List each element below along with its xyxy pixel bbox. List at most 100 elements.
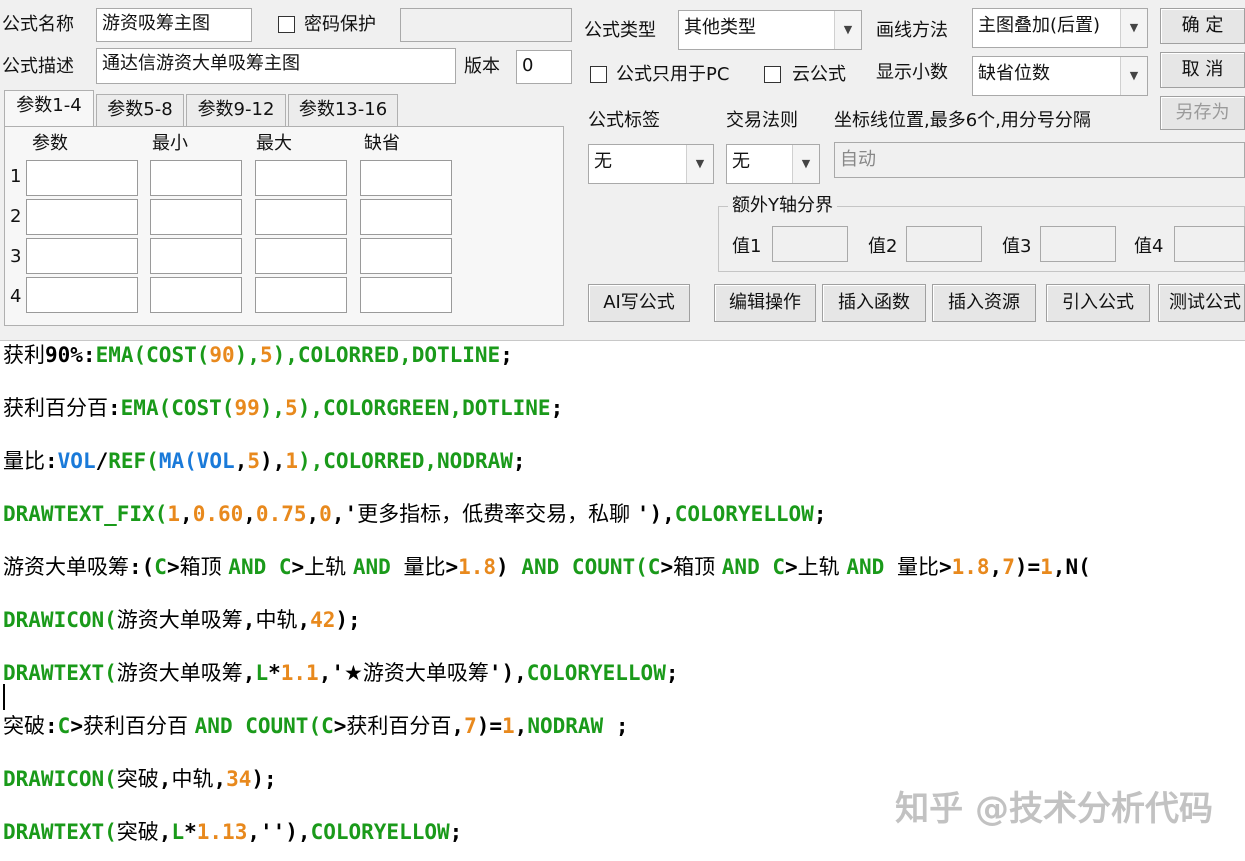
decimals-value: 缺省位数 <box>978 63 1050 84</box>
y-value-1-label: 值1 <box>732 236 762 257</box>
code-token: , <box>989 555 1003 579</box>
code-token: 7 <box>1002 555 1015 579</box>
decimals-select[interactable]: 缺省位数 ▼ <box>972 56 1148 96</box>
formula-name-input[interactable]: 游资吸筹主图 <box>96 8 252 42</box>
param-min-cell[interactable] <box>150 199 242 235</box>
formula-type-select[interactable]: 其他类型 ▼ <box>678 10 862 50</box>
formula-desc-input[interactable]: 通达信游资大单吸筹主图 <box>96 48 456 84</box>
code-token: COUNT( <box>245 714 322 738</box>
save-as-button[interactable]: 另存为 <box>1160 96 1245 130</box>
param-max-cell[interactable] <box>255 199 347 235</box>
code-token: 90 <box>209 343 235 367</box>
password-input[interactable] <box>400 8 572 42</box>
param-default-cell[interactable] <box>360 238 452 274</box>
code-token: 1.1 <box>280 661 319 685</box>
code-token: '), <box>488 661 527 685</box>
param-max-cell[interactable] <box>255 160 347 196</box>
insert-resource-button[interactable]: 插入资源 <box>932 284 1036 322</box>
code-token: C <box>647 555 661 579</box>
tab-params-5-8[interactable]: 参数5-8 <box>96 94 184 126</box>
param-name-cell[interactable] <box>26 277 138 313</box>
tab-params-9-12[interactable]: 参数9-12 <box>186 94 286 126</box>
code-token: ); <box>335 608 361 632</box>
chevron-down-icon[interactable]: ▼ <box>1120 57 1147 95</box>
code-token: )= <box>1014 555 1041 579</box>
code-token: VOL <box>196 449 235 473</box>
code-token: EMA( <box>95 343 147 367</box>
tag-select[interactable]: 无 ▼ <box>588 144 714 184</box>
axis-input[interactable]: 自动 <box>834 142 1245 178</box>
tab-params-13-16[interactable]: 参数13-16 <box>288 94 398 126</box>
y-value-3-input[interactable] <box>1040 226 1116 262</box>
y-value-4-input[interactable] <box>1174 226 1245 262</box>
y-value-1-input[interactable] <box>772 226 848 262</box>
code-token: COLORYELLOW <box>674 502 814 526</box>
draw-method-select[interactable]: 主图叠加(后置) ▼ <box>972 8 1148 48</box>
code-token: ), <box>259 396 286 420</box>
tag-label: 公式标签 <box>588 110 660 131</box>
y-value-2-input[interactable] <box>906 226 982 262</box>
code-token: ; <box>512 449 526 473</box>
chevron-down-icon[interactable]: ▼ <box>834 11 861 49</box>
rule-select[interactable]: 无 ▼ <box>726 144 820 184</box>
code-line: 获利百分百:EMA(COST(99),5),COLORGREEN,DOTLINE… <box>3 394 563 422</box>
code-token: DRAWTEXT( <box>3 661 117 685</box>
code-token: ), <box>234 343 260 367</box>
code-line: DRAWTEXT(游资大单吸筹,L*1.1,'★游资大单吸筹'),COLORYE… <box>3 659 679 687</box>
formula-name-label: 公式名称 <box>2 14 74 35</box>
param-name-cell[interactable] <box>26 160 138 196</box>
param-name-cell[interactable] <box>26 238 138 274</box>
param-default-cell[interactable] <box>360 160 452 196</box>
code-token: C <box>321 714 334 738</box>
param-min-cell[interactable] <box>150 277 242 313</box>
param-header-name: 参数 <box>32 133 68 154</box>
code-token: : <box>45 714 58 738</box>
decimals-label: 显示小数 <box>876 62 948 83</box>
edit-operations-button[interactable]: 编辑操作 <box>714 284 816 322</box>
code-token: 5 <box>247 449 261 473</box>
cancel-button[interactable]: 取 消 <box>1160 52 1245 88</box>
code-token: , <box>451 714 465 738</box>
code-token: ★游资大单吸筹 <box>344 661 489 685</box>
param-max-cell[interactable] <box>255 238 347 274</box>
chevron-down-icon[interactable]: ▼ <box>686 145 713 183</box>
param-header-default: 缺省 <box>364 133 400 154</box>
chevron-down-icon[interactable]: ▼ <box>1120 9 1147 47</box>
watermark: 知乎 @技术分析代码 <box>895 789 1213 829</box>
param-max-cell[interactable] <box>255 277 347 313</box>
param-default-cell[interactable] <box>360 277 452 313</box>
test-formula-button[interactable]: 测试公式 <box>1158 284 1245 322</box>
draw-method-label: 画线方法 <box>876 20 948 41</box>
param-min-cell[interactable] <box>150 238 242 274</box>
code-token: MA( <box>158 449 197 473</box>
code-line: DRAWICON(突破,中轨,34); <box>3 765 277 793</box>
code-token: ; <box>603 714 629 738</box>
tab-params-1-4[interactable]: 参数1-4 <box>4 90 94 126</box>
code-token: * <box>184 820 197 844</box>
insert-function-button[interactable]: 插入函数 <box>822 284 926 322</box>
pc-only-checkbox[interactable] <box>590 66 607 83</box>
ok-button[interactable]: 确 定 <box>1160 8 1245 44</box>
code-token: 游资大单吸筹 <box>3 555 129 579</box>
param-default-cell[interactable] <box>360 199 452 235</box>
cloud-checkbox[interactable] <box>764 66 781 83</box>
cloud-label: 云公式 <box>792 64 846 85</box>
param-min-cell[interactable] <box>150 160 242 196</box>
ai-write-button[interactable]: AI写公式 <box>588 284 690 322</box>
chevron-down-icon[interactable]: ▼ <box>792 145 819 183</box>
code-token: C <box>57 714 71 738</box>
code-token: > <box>938 555 952 579</box>
code-token: , <box>242 661 256 685</box>
yaxis-group-label: 额外Y轴分界 <box>728 195 837 217</box>
formula-type-label: 公式类型 <box>584 20 656 41</box>
import-formula-button[interactable]: 引入公式 <box>1046 284 1150 322</box>
password-checkbox[interactable] <box>278 16 295 33</box>
param-name-cell[interactable] <box>26 199 138 235</box>
code-token: 90%: <box>45 343 96 367</box>
code-token: ,''), <box>247 820 311 844</box>
code-token: > <box>445 555 459 579</box>
code-line: 游资大单吸筹:(C>箱顶 AND C>上轨 AND 量比>1.8) AND CO… <box>3 553 1091 581</box>
version-input[interactable]: 0 <box>516 50 572 84</box>
code-token: DRAWTEXT_FIX( <box>3 502 168 526</box>
code-token: 中轨 <box>171 767 214 791</box>
